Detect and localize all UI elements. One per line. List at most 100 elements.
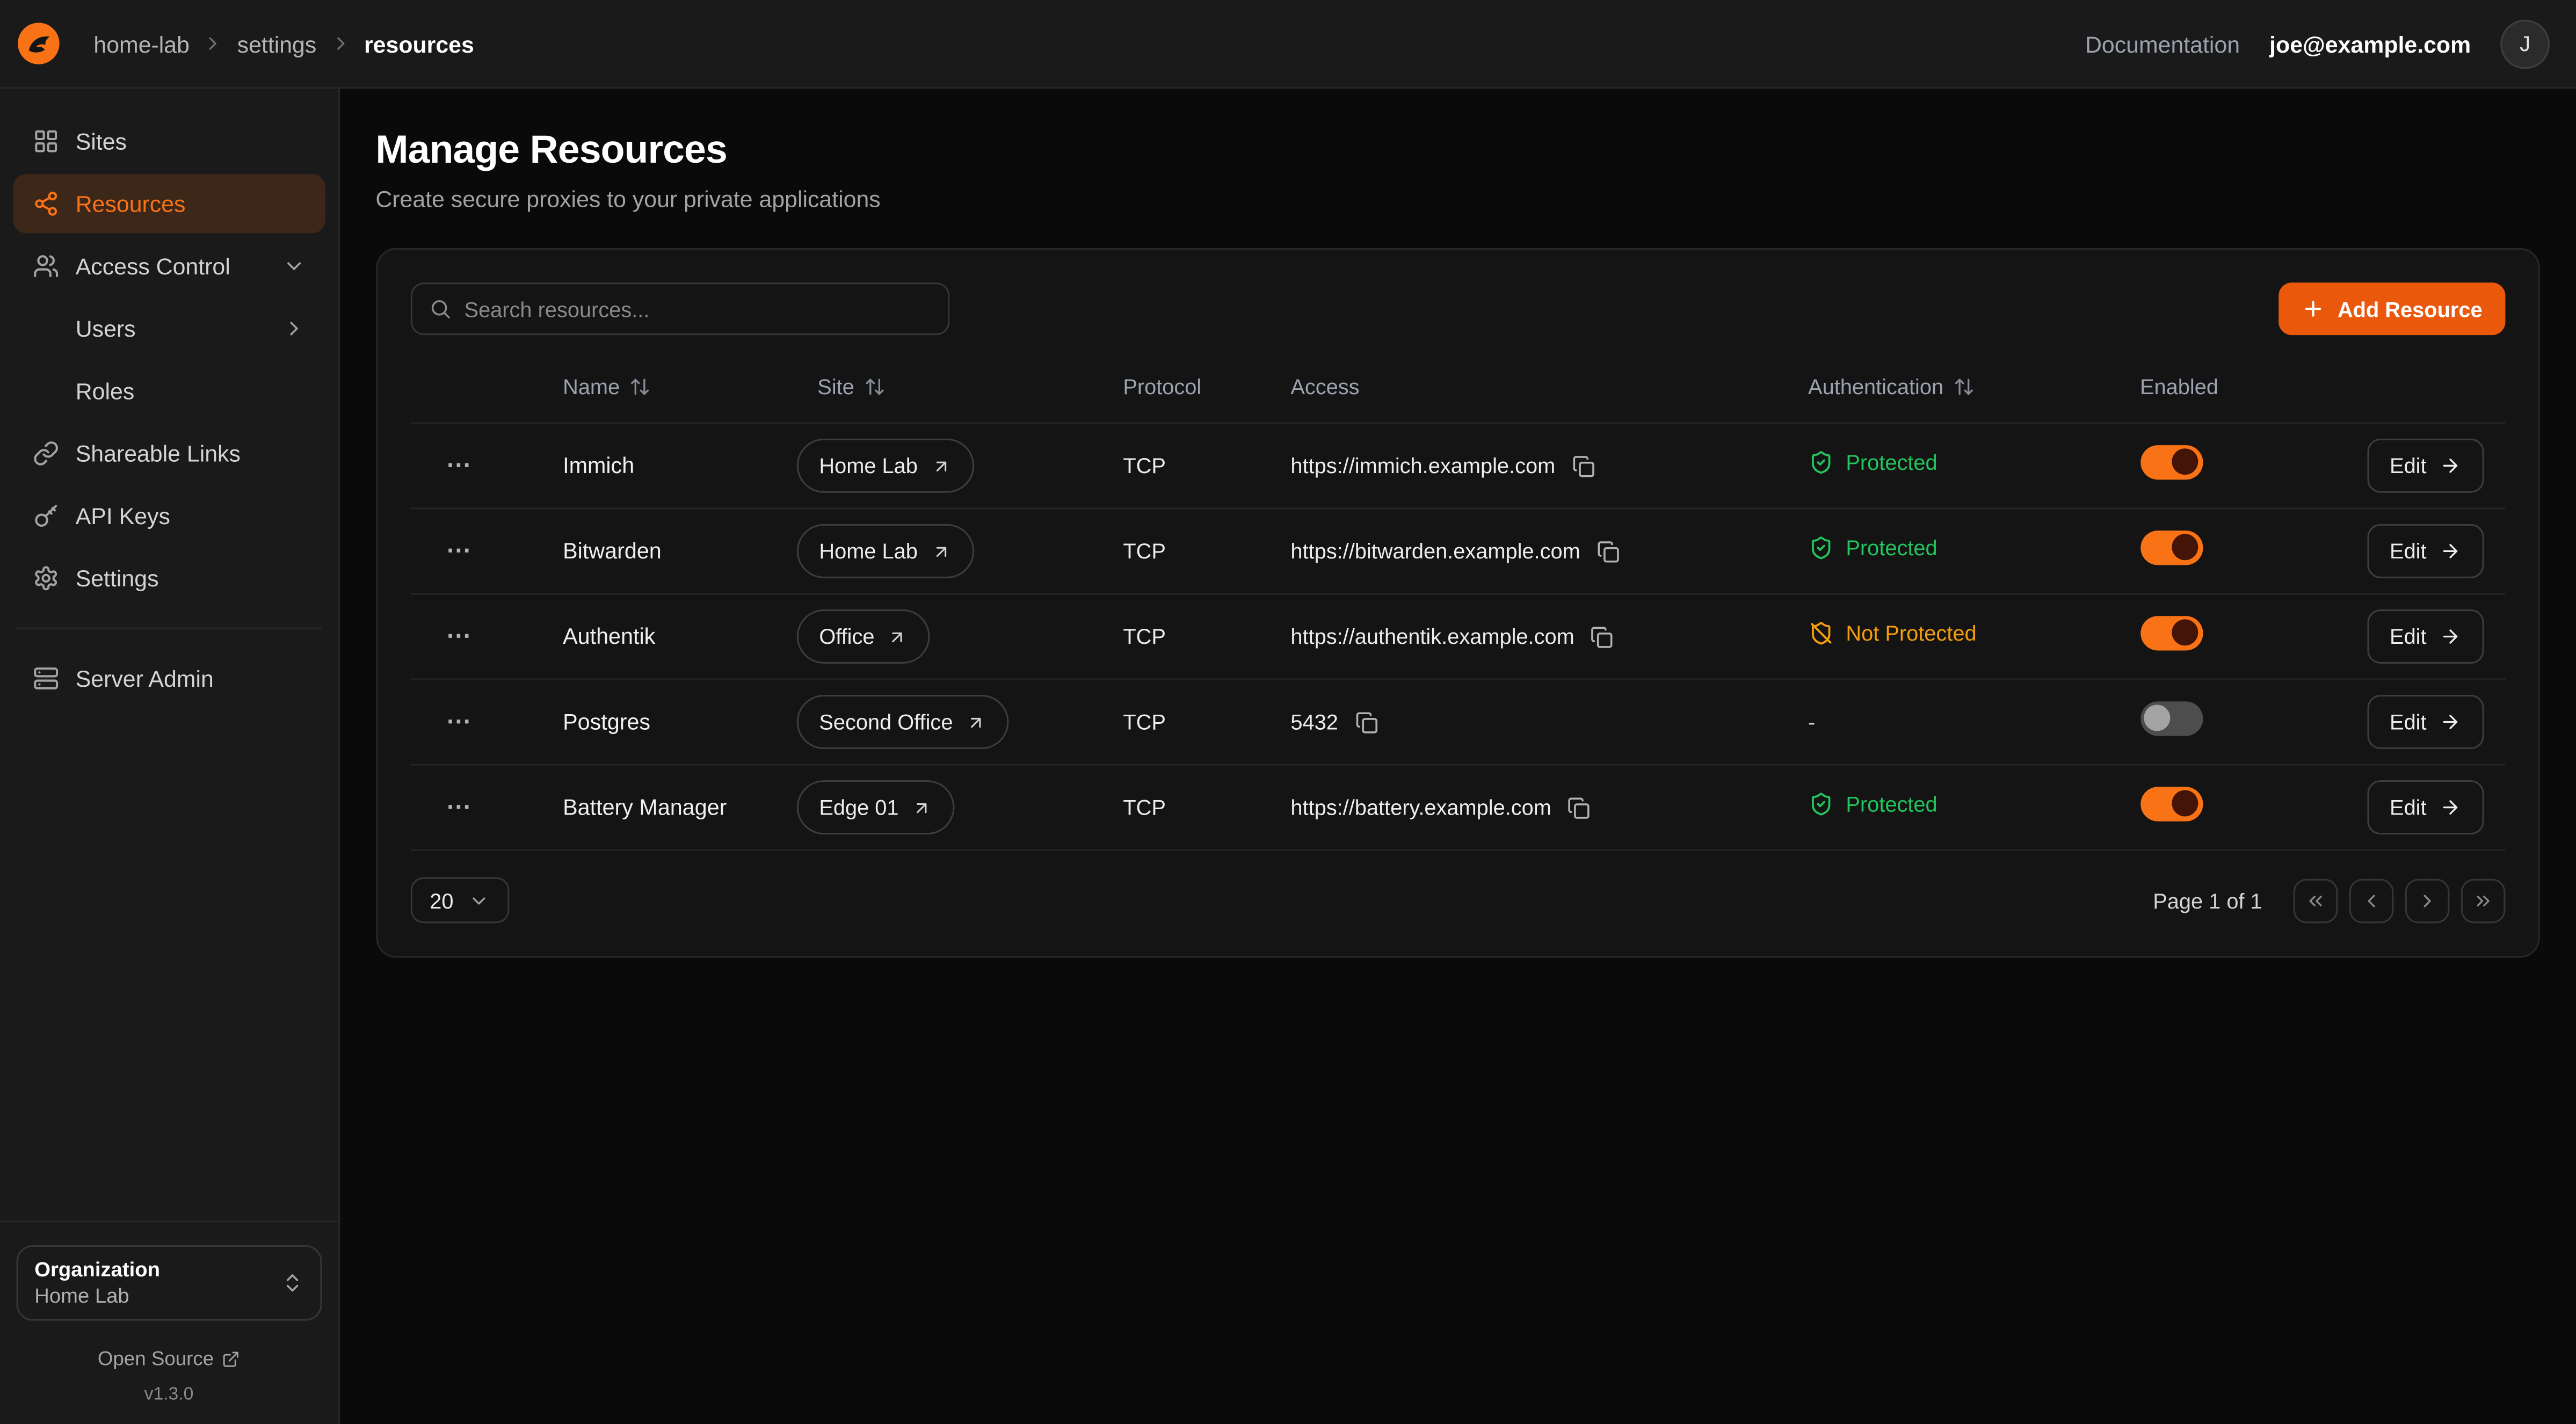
- site-link[interactable]: Second Office: [796, 695, 1009, 749]
- row-menu-button[interactable]: ⋯: [443, 532, 476, 570]
- resource-name: Bitwarden: [563, 538, 662, 563]
- last-page-button[interactable]: [2461, 878, 2506, 922]
- arrow-right-icon: [2440, 541, 2461, 562]
- arrow-right-icon: [2440, 455, 2461, 476]
- sidebar-footer: Organization Home Lab Open Source v1.3.0: [0, 1220, 338, 1405]
- chevron-down-icon: [282, 255, 305, 278]
- page-title: Manage Resources: [375, 128, 2539, 175]
- chevron-right-icon: [282, 317, 305, 340]
- open-source-link[interactable]: Open Source: [17, 1347, 322, 1370]
- protocol-value: TCP: [1123, 794, 1166, 819]
- auth-status: Not Protected: [1808, 620, 1977, 645]
- next-page-button[interactable]: [2405, 878, 2450, 922]
- enabled-toggle[interactable]: [2140, 445, 2202, 479]
- row-menu-button[interactable]: ⋯: [443, 703, 476, 740]
- edit-button-label: Edit: [2390, 624, 2427, 649]
- chevron-down-icon: [468, 890, 490, 911]
- resource-name: Battery Manager: [563, 794, 727, 819]
- sidebar-item-shareable-links[interactable]: Shareable Links: [13, 424, 324, 483]
- site-link[interactable]: Home Lab: [796, 439, 974, 493]
- copy-icon[interactable]: [1597, 540, 1620, 563]
- key-icon: [33, 503, 59, 529]
- add-resource-button[interactable]: Add Resource: [2279, 282, 2506, 335]
- breadcrumb-resources: resources: [364, 31, 474, 57]
- row-menu-button[interactable]: ⋯: [443, 447, 476, 484]
- copy-icon[interactable]: [1591, 625, 1614, 648]
- edit-button[interactable]: Edit: [2367, 524, 2484, 578]
- sidebar-item-label: Access Control: [76, 253, 230, 279]
- sidebar-item-sites[interactable]: Sites: [13, 112, 324, 171]
- sort-by-site[interactable]: Site: [817, 375, 886, 399]
- column-header-site: Site: [817, 375, 854, 399]
- arrow-up-right-icon: [966, 712, 986, 732]
- breadcrumb-home-lab[interactable]: home-lab: [93, 31, 190, 57]
- copy-icon[interactable]: [1568, 796, 1591, 819]
- sort-by-name[interactable]: Name: [563, 375, 651, 399]
- column-header-protocol: Protocol: [1123, 375, 1201, 399]
- previous-page-button[interactable]: [2349, 878, 2394, 922]
- breadcrumb-settings[interactable]: settings: [237, 31, 317, 57]
- sidebar-item-label: Resources: [76, 191, 186, 217]
- sidebar-item-label: Server Admin: [76, 665, 214, 692]
- resources-share-icon: [33, 191, 59, 217]
- search-input[interactable]: [410, 282, 949, 335]
- chevron-right-icon: [202, 33, 224, 54]
- row-menu-button[interactable]: ⋯: [443, 617, 476, 655]
- column-header-authentication: Authentication: [1808, 375, 1943, 399]
- edit-button[interactable]: Edit: [2367, 695, 2484, 749]
- resource-name: Postgres: [563, 709, 650, 733]
- edit-button[interactable]: Edit: [2367, 609, 2484, 664]
- edit-button[interactable]: Edit: [2367, 780, 2484, 834]
- sidebar-item-label: API Keys: [76, 503, 170, 529]
- edit-button-label: Edit: [2390, 795, 2427, 820]
- plus-icon: [2302, 297, 2325, 321]
- copy-icon[interactable]: [1572, 454, 1595, 477]
- sidebar-item-roles[interactable]: Roles: [13, 361, 324, 420]
- sidebar-item-settings[interactable]: Settings: [13, 549, 324, 608]
- first-page-button[interactable]: [2294, 878, 2338, 922]
- sort-by-authentication[interactable]: Authentication: [1808, 375, 1975, 399]
- enabled-toggle[interactable]: [2140, 530, 2202, 564]
- app-logo-icon[interactable]: [17, 21, 61, 66]
- external-link-icon: [222, 1349, 240, 1368]
- site-link[interactable]: Home Lab: [796, 524, 974, 578]
- site-link-label: Edge 01: [819, 795, 898, 820]
- users-icon: [33, 253, 59, 279]
- enabled-toggle[interactable]: [2140, 615, 2202, 650]
- server-icon: [33, 665, 59, 692]
- organization-value: Home Lab: [34, 1284, 160, 1307]
- documentation-link[interactable]: Documentation: [2085, 31, 2240, 57]
- site-link-label: Office: [819, 624, 874, 649]
- sidebar-item-server-admin[interactable]: Server Admin: [13, 649, 324, 708]
- site-link[interactable]: Edge 01: [796, 780, 955, 834]
- table-footer: 20 Page 1 of 1: [410, 877, 2506, 924]
- site-link[interactable]: Office: [796, 609, 931, 664]
- row-menu-button[interactable]: ⋯: [443, 788, 476, 826]
- organization-selector[interactable]: Organization Home Lab: [17, 1245, 322, 1321]
- access-value: https://immich.example.com: [1290, 453, 1555, 478]
- avatar[interactable]: J: [2500, 19, 2550, 68]
- enabled-toggle[interactable]: [2140, 701, 2202, 735]
- sidebar-item-access-control[interactable]: Access Control: [13, 237, 324, 296]
- table-row: ⋯ Immich Home Lab TCP https://immich.exa…: [410, 424, 2506, 509]
- copy-icon[interactable]: [1354, 710, 1377, 733]
- search-box: [410, 282, 949, 335]
- table-row: ⋯ Authentik Office TCP https://authentik…: [410, 594, 2506, 680]
- page-size-select[interactable]: 20: [410, 877, 510, 924]
- access-value: https://authentik.example.com: [1290, 624, 1574, 649]
- app-root: home-lab settings resources Documentatio…: [0, 0, 2576, 1424]
- sidebar-item-users[interactable]: Users: [13, 299, 324, 358]
- page-size-value: 20: [430, 888, 453, 913]
- arrow-right-icon: [2440, 626, 2461, 648]
- shield-check-icon: [1808, 449, 1833, 474]
- toggle-knob: [2172, 790, 2198, 817]
- enabled-toggle[interactable]: [2140, 786, 2202, 820]
- sort-icon: [1954, 376, 1975, 398]
- table-row: ⋯ Postgres Second Office TCP 5432 - Edit: [410, 680, 2506, 766]
- sidebar: Sites Resources Access Control Users: [0, 89, 339, 1424]
- sidebar-item-resources[interactable]: Resources: [13, 174, 324, 233]
- edit-button[interactable]: Edit: [2367, 439, 2484, 493]
- auth-status-label: Protected: [1846, 791, 1937, 816]
- sidebar-item-api-keys[interactable]: API Keys: [13, 486, 324, 546]
- resources-table: Name Site Protocol Access Authentication…: [410, 352, 2506, 851]
